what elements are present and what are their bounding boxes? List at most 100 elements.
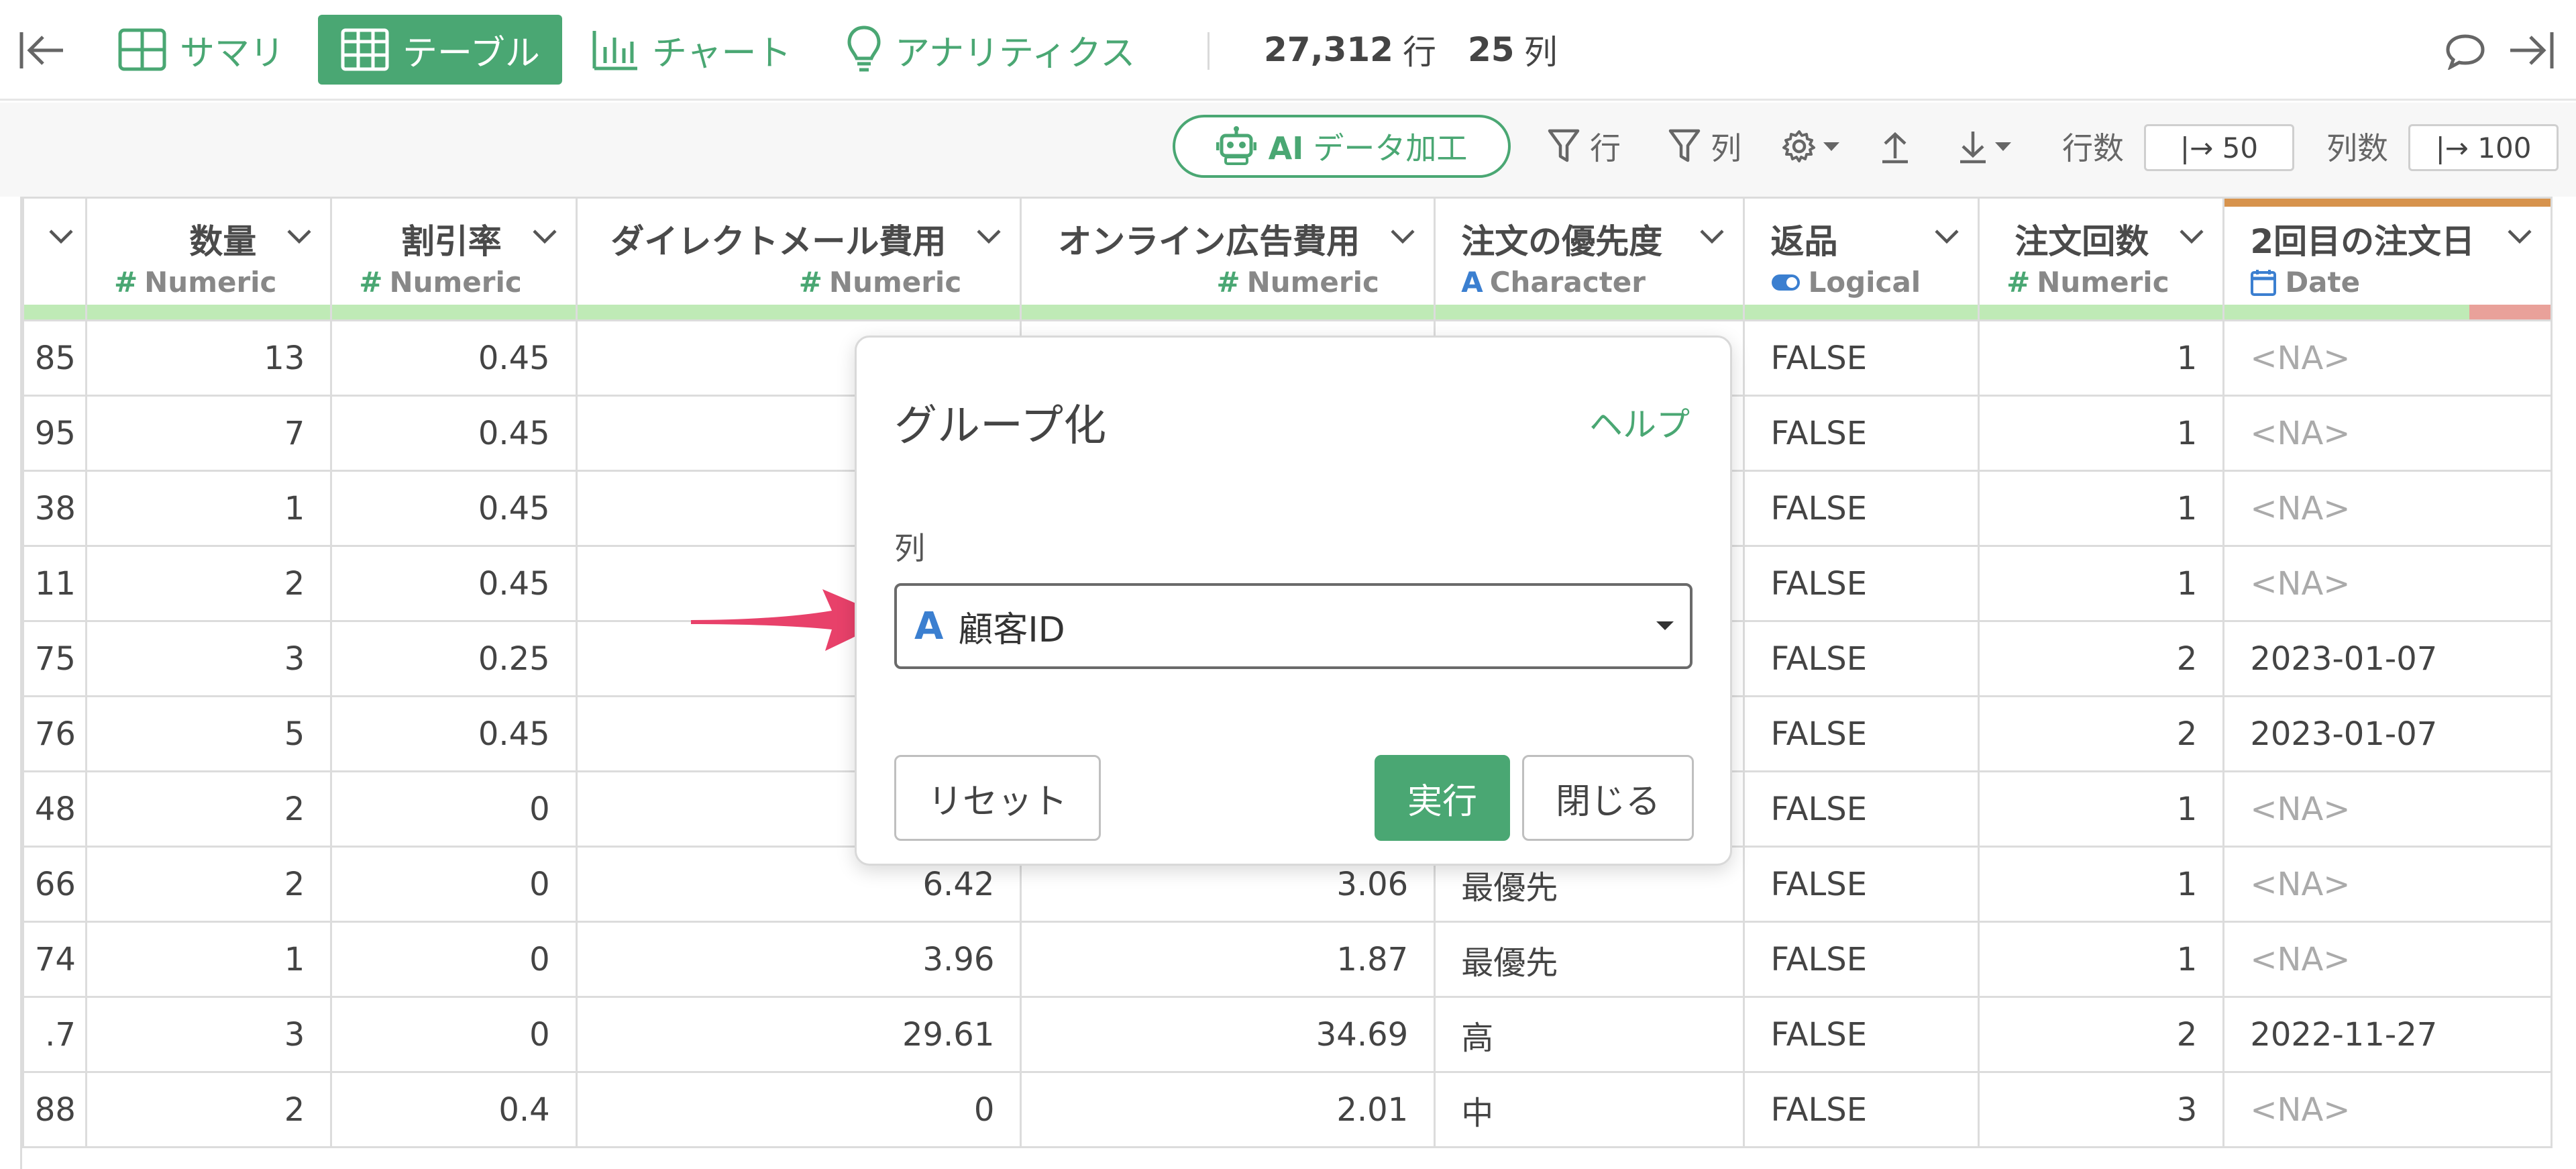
table-cell[interactable]: 0.45 — [330, 319, 578, 397]
table-cell[interactable]: 高 — [1434, 996, 1746, 1073]
collapse-left-icon[interactable] — [19, 28, 66, 75]
table-cell[interactable]: 5 — [85, 695, 333, 772]
table-cell[interactable]: 2 — [85, 1071, 333, 1148]
column-header[interactable]: 注文回数 # Numeric — [1978, 197, 2225, 321]
table-cell[interactable]: 0 — [330, 846, 578, 923]
table-cell[interactable]: 2 — [1978, 620, 2225, 697]
table-cell[interactable]: 3 — [85, 996, 333, 1073]
table-cell[interactable]: 0 — [330, 921, 578, 998]
cols-limit-input[interactable]: |→ 100 — [2408, 124, 2559, 171]
table-cell[interactable]: 0.45 — [330, 545, 578, 622]
table-cell[interactable]: 85 — [22, 319, 87, 397]
table-cell[interactable]: 1 — [1978, 319, 2225, 397]
table-cell[interactable]: 1 — [1978, 921, 2225, 998]
chevron-down-icon[interactable] — [48, 228, 74, 247]
table-cell[interactable]: <NA> — [2222, 846, 2553, 923]
column-header[interactable]: 2回目の注文日 Date — [2222, 197, 2553, 321]
table-cell[interactable]: 66 — [22, 846, 87, 923]
table-cell[interactable]: 2.01 — [1020, 1071, 1436, 1148]
table-cell[interactable]: 74 — [22, 921, 87, 998]
chevron-down-icon[interactable] — [975, 228, 1002, 247]
table-cell[interactable]: 88 — [22, 1071, 87, 1148]
table-cell[interactable]: FALSE — [1743, 921, 1980, 998]
table-cell[interactable]: 2022-11-27 — [2222, 996, 2553, 1073]
column-header[interactable]: 注文の優先度 A Character — [1434, 197, 1746, 321]
table-cell[interactable]: 11 — [22, 545, 87, 622]
table-cell[interactable]: 95 — [22, 395, 87, 472]
table-cell[interactable]: <NA> — [2222, 470, 2553, 547]
table-cell[interactable]: 1 — [1978, 470, 2225, 547]
table-cell[interactable]: <NA> — [2222, 395, 2553, 472]
filter-columns-button[interactable]: 列 — [1668, 123, 1741, 170]
table-cell[interactable]: <NA> — [2222, 1071, 2553, 1148]
collapse-right-icon[interactable] — [2508, 28, 2555, 75]
table-cell[interactable]: 0.4 — [330, 1071, 578, 1148]
table-cell[interactable]: 1.87 — [1020, 921, 1436, 998]
table-cell[interactable]: 0.25 — [330, 620, 578, 697]
help-link[interactable]: ヘルプ — [1589, 398, 1690, 446]
table-cell[interactable]: 2 — [1978, 695, 2225, 772]
tab-analytics[interactable]: アナリティクス — [847, 15, 1135, 85]
comment-icon[interactable] — [2445, 32, 2486, 72]
table-cell[interactable]: 75 — [22, 620, 87, 697]
table-cell[interactable]: 2 — [85, 545, 333, 622]
column-header[interactable]: 割引率 # Numeric — [330, 197, 578, 321]
table-cell[interactable]: 2023-01-07 — [2222, 695, 2553, 772]
table-cell[interactable]: FALSE — [1743, 395, 1980, 472]
table-cell[interactable]: 3 — [85, 620, 333, 697]
column-header[interactable]: 返品 Logical — [1743, 197, 1980, 321]
run-button[interactable]: 実行 — [1375, 755, 1510, 841]
table-cell[interactable]: FALSE — [1743, 695, 1980, 772]
close-button[interactable]: 閉じる — [1522, 755, 1694, 841]
table-cell[interactable]: FALSE — [1743, 846, 1980, 923]
ai-data-processing-button[interactable]: AI データ加工 — [1173, 115, 1511, 178]
column-header[interactable]: 数量 # Numeric — [85, 197, 333, 321]
table-cell[interactable]: 2 — [1978, 996, 2225, 1073]
table-cell[interactable]: 中 — [1434, 1071, 1746, 1148]
table-cell[interactable]: 48 — [22, 770, 87, 848]
table-cell[interactable]: <NA> — [2222, 545, 2553, 622]
table-cell[interactable]: <NA> — [2222, 921, 2553, 998]
chevron-down-icon[interactable] — [286, 228, 313, 247]
chevron-down-icon[interactable] — [2506, 228, 2533, 247]
column-header[interactable]: オンライン広告費用 # Numeric — [1020, 197, 1436, 321]
table-cell[interactable]: 2023-01-07 — [2222, 620, 2553, 697]
reset-button[interactable]: リセット — [894, 755, 1101, 841]
column-select[interactable]: A 顧客ID — [894, 583, 1693, 669]
table-cell[interactable]: 1 — [1978, 770, 2225, 848]
settings-menu-button[interactable] — [1782, 123, 1841, 170]
table-cell[interactable]: FALSE — [1743, 620, 1980, 697]
table-cell[interactable]: 0.45 — [330, 695, 578, 772]
export-button[interactable] — [1880, 123, 1911, 170]
chevron-down-icon[interactable] — [531, 228, 558, 247]
table-cell[interactable]: 3.96 — [575, 921, 1022, 998]
chevron-down-icon[interactable] — [2178, 228, 2205, 247]
table-cell[interactable]: 38 — [22, 470, 87, 547]
table-cell[interactable]: 76 — [22, 695, 87, 772]
table-cell[interactable]: <NA> — [2222, 770, 2553, 848]
table-cell[interactable]: FALSE — [1743, 319, 1980, 397]
column-header[interactable]: ダイレクトメール費用 # Numeric — [575, 197, 1022, 321]
table-cell[interactable]: FALSE — [1743, 996, 1980, 1073]
table-cell[interactable]: 0.45 — [330, 395, 578, 472]
column-header[interactable] — [22, 197, 87, 321]
table-cell[interactable]: 13 — [85, 319, 333, 397]
table-cell[interactable]: 3 — [1978, 1071, 2225, 1148]
table-cell[interactable]: FALSE — [1743, 470, 1980, 547]
table-cell[interactable]: 1 — [1978, 846, 2225, 923]
filter-rows-button[interactable]: 行 — [1547, 123, 1621, 170]
table-cell[interactable]: .7 — [22, 996, 87, 1073]
table-cell[interactable]: 最優先 — [1434, 921, 1746, 998]
table-cell[interactable]: FALSE — [1743, 770, 1980, 848]
rows-limit-input[interactable]: |→ 50 — [2144, 124, 2294, 171]
table-cell[interactable]: 0 — [330, 770, 578, 848]
table-cell[interactable]: 34.69 — [1020, 996, 1436, 1073]
table-cell[interactable]: 2 — [85, 846, 333, 923]
table-cell[interactable]: 1 — [1978, 545, 2225, 622]
table-cell[interactable]: FALSE — [1743, 1071, 1980, 1148]
import-button[interactable] — [1957, 123, 2012, 170]
table-cell[interactable]: 7 — [85, 395, 333, 472]
table-cell[interactable]: 0 — [330, 996, 578, 1073]
chevron-down-icon[interactable] — [1389, 228, 1416, 247]
table-cell[interactable]: 2 — [85, 770, 333, 848]
